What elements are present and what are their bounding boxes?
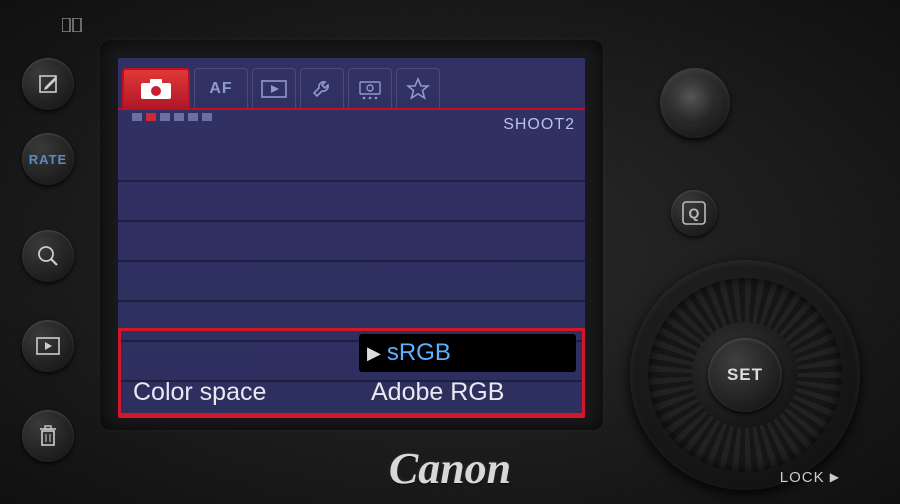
trash-button[interactable] xyxy=(22,410,74,462)
setting-color-space[interactable]: ▶ sRGB Color space Adobe RGB xyxy=(118,328,585,418)
lock-label: LOCK ▶ xyxy=(780,469,840,486)
tab-mymenu[interactable] xyxy=(396,68,440,108)
page-dot xyxy=(160,113,170,121)
caret-right-icon: ▶ xyxy=(830,470,840,484)
tab-shooting[interactable] xyxy=(122,68,190,108)
option-label: sRGB xyxy=(387,339,451,367)
star-icon xyxy=(406,77,430,101)
play-rect-icon xyxy=(36,337,60,355)
setting-label: Color space xyxy=(133,378,266,407)
play-rect-icon xyxy=(261,80,287,98)
edit-icon xyxy=(37,73,59,95)
svg-text:Q: Q xyxy=(689,205,700,221)
page-dot xyxy=(202,113,212,121)
camera-icon xyxy=(139,77,173,101)
rate-button[interactable]: RATE xyxy=(22,133,74,185)
set-button[interactable]: SET xyxy=(708,338,782,412)
multi-controller-joystick[interactable] xyxy=(660,68,730,138)
compare-icon xyxy=(62,18,82,37)
option-srgb[interactable]: ▶ sRGB xyxy=(359,334,576,372)
q-icon: Q xyxy=(681,200,707,226)
lcd-screen: AF SHOOT2 ▶ xyxy=(100,40,603,430)
playback-button[interactable] xyxy=(22,320,74,372)
camera-dots-icon xyxy=(357,78,383,100)
tab-autofocus[interactable]: AF xyxy=(194,68,248,108)
option-adobe-rgb[interactable]: Adobe RGB xyxy=(371,378,504,407)
trash-icon xyxy=(38,425,58,447)
page-dot-active xyxy=(146,113,156,121)
menu-tab-bar: AF xyxy=(118,58,585,110)
zoom-button[interactable] xyxy=(22,230,74,282)
brand-logo: Canon xyxy=(389,443,511,494)
caret-right-icon: ▶ xyxy=(367,343,381,364)
page-dot xyxy=(132,113,142,121)
wrench-icon xyxy=(311,78,333,100)
tab-custom[interactable] xyxy=(348,68,392,108)
page-dot xyxy=(174,113,184,121)
magnifier-icon xyxy=(36,244,60,268)
page-dot xyxy=(188,113,198,121)
section-label: SHOOT2 xyxy=(503,116,575,134)
edit-button[interactable] xyxy=(22,58,74,110)
menu-screen: AF SHOOT2 ▶ xyxy=(118,58,585,418)
quick-control-button[interactable]: Q xyxy=(671,190,717,236)
menu-rows: ▶ sRGB Color space Adobe RGB xyxy=(118,142,585,418)
tab-setup[interactable] xyxy=(300,68,344,108)
tab-playback[interactable] xyxy=(252,68,296,108)
